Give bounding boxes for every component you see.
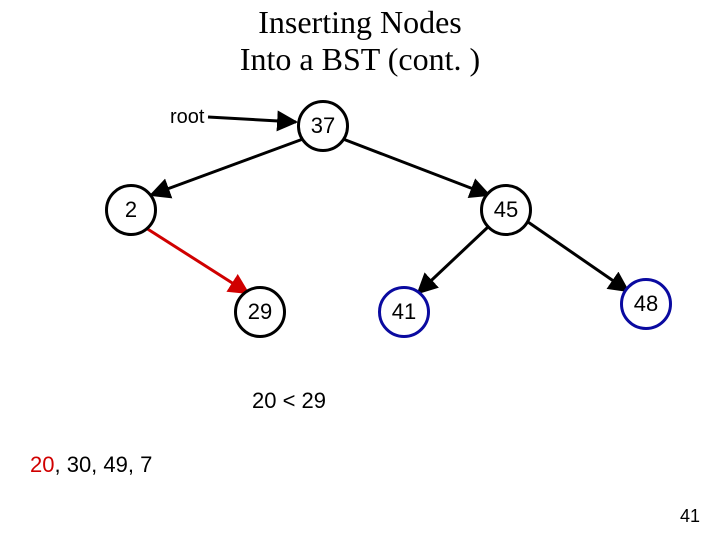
comparison-text: 20 < 29 [252, 388, 326, 414]
tree-node-41: 41 [378, 286, 430, 338]
node-value: 41 [392, 299, 416, 325]
edge-37-to-45 [343, 139, 489, 195]
tree-node-37: 37 [297, 100, 349, 152]
edge-root-to-37 [208, 117, 296, 122]
insert-queue: 20, 30, 49, 7 [30, 452, 152, 478]
title-line-1: Inserting Nodes [258, 4, 462, 40]
queue-rest: , 30, 49, 7 [54, 452, 152, 477]
root-label: root [170, 106, 204, 129]
node-value: 2 [125, 197, 137, 223]
node-value: 45 [494, 197, 518, 223]
edge-45-to-48 [528, 222, 628, 291]
tree-node-2: 2 [105, 184, 157, 236]
tree-node-48: 48 [620, 278, 672, 330]
tree-node-29: 29 [234, 286, 286, 338]
edge-37-to-2 [151, 139, 303, 195]
tree-node-45: 45 [480, 184, 532, 236]
slide-number: 41 [680, 506, 700, 527]
page-title: Inserting Nodes Into a BST (cont. ) [0, 4, 720, 78]
title-line-2: Into a BST (cont. ) [240, 41, 480, 77]
edge-45-to-41 [418, 227, 488, 293]
node-value: 37 [311, 113, 335, 139]
edge-2-to-29-search [146, 228, 248, 293]
node-value: 29 [248, 299, 272, 325]
node-value: 48 [634, 291, 658, 317]
queue-current: 20 [30, 452, 54, 477]
